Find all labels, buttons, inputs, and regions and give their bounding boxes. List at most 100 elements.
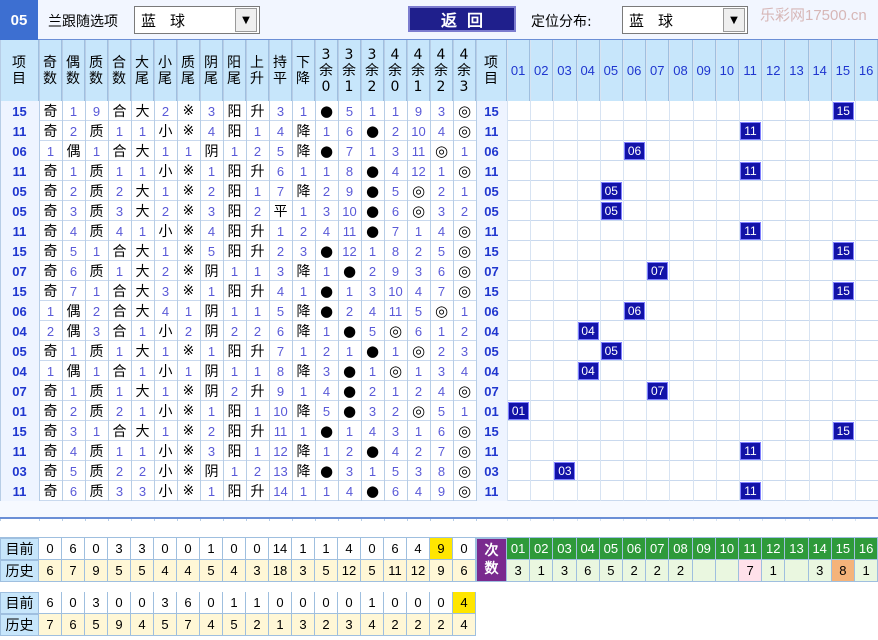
cell-value: ※: [182, 443, 195, 459]
cell-value: 偶: [66, 364, 81, 380]
cell-value: 3: [69, 423, 78, 439]
cell-value: 1: [460, 183, 469, 199]
cell-value: 1: [460, 143, 469, 159]
row-number: 04: [0, 321, 39, 341]
cell-value: 1: [230, 363, 239, 379]
cell-value: ●: [319, 242, 334, 260]
cell-value: 大: [135, 144, 150, 160]
distribution-header: 09: [692, 40, 716, 101]
cell-value: 9: [276, 383, 285, 399]
cell-value: 1: [161, 423, 170, 439]
cell-value: 1: [115, 263, 124, 279]
cell-value: ◎: [457, 262, 472, 280]
cell-value: 合: [112, 364, 127, 380]
cell-value: 阴: [204, 144, 219, 160]
cell-value: 1: [184, 143, 193, 159]
distribution-header: 10: [715, 40, 739, 101]
history-count-2: 3: [338, 614, 361, 636]
cell-value: 8: [345, 163, 354, 179]
back-button[interactable]: 返回: [408, 6, 516, 32]
cell-value: 1: [138, 223, 147, 239]
cell-value: 1: [368, 143, 377, 159]
cell-value: 5: [276, 303, 285, 319]
number-hit-marker: 11: [740, 482, 761, 500]
times-count: 7: [739, 560, 763, 582]
cell-value: 1: [69, 103, 78, 119]
cell-value: 12: [411, 163, 426, 179]
cell-value: ●: [319, 302, 334, 320]
cell-value: ◎: [411, 182, 426, 200]
cell-value: 1: [345, 343, 354, 359]
cell-value: 10: [411, 123, 426, 139]
cell-value: 2: [414, 243, 423, 259]
cell-value: 1: [414, 223, 423, 239]
times-header: 08: [669, 538, 693, 560]
cell-value: ※: [182, 423, 195, 439]
cell-value: 1: [138, 443, 147, 459]
current-count: 0: [154, 538, 177, 560]
column-divider: [384, 40, 385, 521]
number-hit-marker: 11: [740, 122, 761, 140]
number-hit-marker: 15: [832, 242, 854, 260]
cell-value: 1: [460, 403, 469, 419]
current-count: 4: [338, 538, 361, 560]
cell-value: 3: [207, 203, 216, 219]
position-select[interactable]: 蓝球 ▼: [622, 6, 748, 34]
cell-value: 1: [253, 403, 262, 419]
current-count-2: 0: [384, 592, 407, 614]
column-divider: [338, 40, 339, 521]
cell-value: 8: [276, 363, 285, 379]
cell-value: 降: [296, 324, 311, 340]
cell-value: 1: [368, 463, 377, 479]
cell-value: 阴: [204, 324, 219, 340]
position-label: 定位分布:: [531, 14, 592, 30]
chevron-down-icon[interactable]: ▼: [235, 8, 257, 32]
distribution-header: 05: [599, 40, 623, 101]
history-count-2: 7: [39, 614, 62, 636]
column-divider: [131, 40, 132, 521]
chevron-down-icon[interactable]: ▼: [723, 8, 745, 32]
cell-value: 11: [342, 223, 357, 239]
cell-value: 5: [437, 403, 446, 419]
current-count: 0: [177, 538, 200, 560]
cell-value: 小: [158, 224, 173, 240]
column-divider: [269, 40, 270, 521]
cell-value: 偶: [66, 324, 81, 340]
current-count-2: 4: [453, 592, 476, 614]
follow-select[interactable]: 蓝球 ▼: [134, 6, 260, 34]
number-hit-marker: 06: [624, 302, 645, 320]
times-count: [785, 560, 809, 582]
cell-value: 1: [138, 123, 147, 139]
cell-value: 4: [69, 443, 78, 459]
cell-value: 升: [250, 384, 265, 400]
cell-value: 6: [414, 323, 423, 339]
current-count: 9: [430, 538, 453, 560]
row-number: 03: [0, 461, 39, 481]
cell-value: 阳: [227, 344, 242, 360]
cell-value: 阳: [227, 284, 242, 300]
cell-value: 降: [296, 404, 311, 420]
cell-value: 1: [322, 163, 331, 179]
cell-value: 阴: [204, 364, 219, 380]
cell-value: 3: [437, 363, 446, 379]
cell-value: 大: [135, 244, 150, 260]
cell-value: 1: [322, 323, 331, 339]
cell-value: 阳: [227, 164, 242, 180]
cell-value: ●: [365, 342, 380, 360]
row-number-right: 15: [476, 101, 507, 121]
cell-value: 合: [112, 284, 127, 300]
cell-value: 1: [92, 423, 101, 439]
cell-value: 升: [250, 344, 265, 360]
cell-value: ◎: [434, 302, 449, 320]
cell-value: 2: [69, 123, 78, 139]
cell-value: 2: [391, 123, 400, 139]
row-number: 07: [0, 261, 39, 281]
column-divider: [762, 40, 764, 521]
distribution-header: 02: [530, 40, 554, 101]
cell-value: 1: [207, 343, 216, 359]
cell-value: 偶: [66, 144, 81, 160]
cell-value: 12: [273, 443, 288, 459]
column-divider: [646, 40, 648, 521]
history-count: 3: [292, 560, 315, 582]
cell-value: 奇: [43, 264, 58, 280]
